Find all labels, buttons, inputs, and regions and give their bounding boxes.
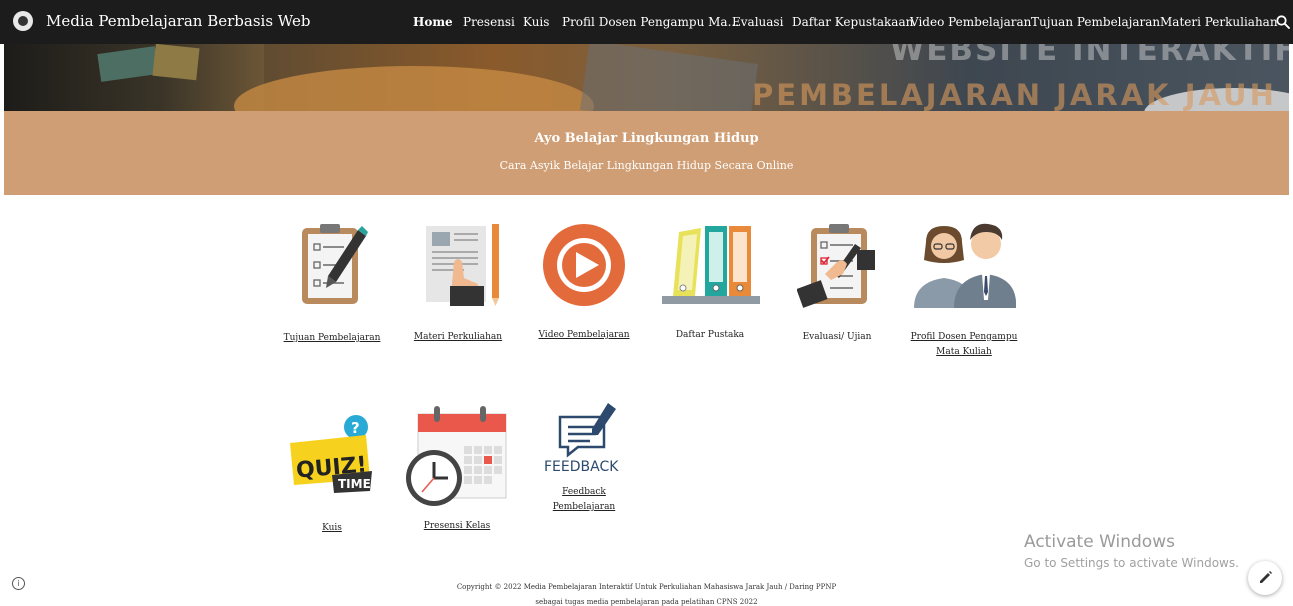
nav-item-daftar-kepustakaan[interactable]: Daftar Kepustakaan	[792, 15, 913, 29]
card-profil-dosen[interactable]: Profil Dosen Pengampu Mata Kuliah	[908, 220, 1020, 360]
hero-subtitle: Cara Asyik Belajar Lingkungan Hidup Seca…	[499, 159, 794, 172]
play-button-icon	[543, 224, 625, 306]
card-video-pembelajaran[interactable]: Video Pembelajaran	[535, 222, 633, 343]
nav-item-kuis[interactable]: Kuis	[523, 15, 549, 29]
people-icon	[914, 223, 1016, 308]
card-label[interactable]: Kuis	[283, 521, 381, 536]
card-label[interactable]: Evaluasi/ Ujian	[788, 330, 886, 345]
banner-desk	[234, 66, 594, 111]
banner-headline-line1: WEBSITE INTERAKTIF	[890, 44, 1289, 68]
card-materi-perkuliahan[interactable]: Materi Perkuliahan	[409, 216, 507, 345]
time-word: TIME	[338, 477, 371, 491]
nav-item-video-pembelajaran[interactable]: Video Pembelajaran	[910, 15, 1031, 29]
nav-item-tujuan-pembelajaran[interactable]: Tujuan Pembelajaran	[1031, 15, 1160, 29]
card-label[interactable]: Tujuan Pembelajaran	[283, 331, 381, 346]
card-label[interactable]: Daftar Pustaka	[656, 328, 764, 343]
card-presensi-kelas[interactable]: Presensi Kelas	[402, 406, 512, 534]
clipboard-check-icon	[797, 224, 875, 308]
card-daftar-pustaka[interactable]: Daftar Pustaka	[656, 218, 764, 343]
info-icon[interactable]: i	[12, 577, 25, 590]
card-label[interactable]: Materi Perkuliahan	[409, 330, 507, 345]
banner-paper	[579, 44, 759, 111]
card-tujuan-pembelajaran[interactable]: Tujuan Pembelajaran	[283, 222, 381, 346]
clipboard-pen-icon	[302, 224, 368, 304]
top-nav-bar: Media Pembelajaran Berbasis Web Home Pre…	[0, 0, 1293, 44]
card-label[interactable]: Presensi Kelas	[402, 519, 512, 534]
nav-item-presensi[interactable]: Presensi	[463, 15, 515, 29]
card-label[interactable]: Video Pembelajaran	[535, 328, 633, 343]
nav-item-home[interactable]: Home	[413, 15, 453, 29]
banner-headline-line2: PEMBELAJARAN JARAK JAUH	[752, 78, 1277, 111]
card-evaluasi-ujian[interactable]: Evaluasi/ Ujian	[788, 222, 886, 345]
header-banner-image: WEBSITE INTERAKTIF PEMBELAJARAN JARAK JA…	[4, 44, 1289, 111]
quiz-time-icon: ? QUIZ! TIME	[290, 415, 372, 493]
hero-title: Ayo Belajar Lingkungan Hidup	[534, 131, 759, 146]
footer-copyright: Copyright © 2022 Media Pembelajaran Inte…	[456, 583, 837, 591]
hero-section: Ayo Belajar Lingkungan Hidup Cara Asyik …	[4, 111, 1289, 195]
search-icon[interactable]	[1275, 14, 1291, 30]
activate-windows-subtitle: Go to Settings to activate Windows.	[1024, 556, 1239, 570]
card-label-line1[interactable]: Profil Dosen Pengampu	[908, 330, 1020, 345]
nav-item-evaluasi[interactable]: Evaluasi	[732, 15, 783, 29]
footer-note: sebagai tugas media pembelajaran pada pe…	[535, 598, 758, 606]
nav-item-profil-dosen[interactable]: Profil Dosen Pengampu Ma...	[562, 15, 739, 29]
activate-windows-title: Activate Windows	[1024, 532, 1175, 552]
feedback-icon-text: FEEDBACK	[544, 459, 619, 475]
pencil-icon	[1260, 571, 1272, 583]
card-feedback-pembelajaran[interactable]: FEEDBACK Feedback Pembelajaran	[535, 403, 633, 515]
card-kuis[interactable]: ? QUIZ! TIME Kuis	[283, 413, 381, 536]
edit-button[interactable]	[1248, 561, 1282, 595]
card-label-line2[interactable]: Mata Kuliah	[908, 345, 1020, 360]
banner-book	[152, 44, 200, 81]
card-label-line1[interactable]: Feedback	[535, 485, 633, 500]
nav-item-materi-perkuliahan[interactable]: Materi Perkuliahan	[1160, 15, 1278, 29]
site-logo-icon[interactable]	[13, 11, 33, 31]
card-label-line2[interactable]: Pembelajaran	[535, 500, 633, 515]
site-title[interactable]: Media Pembelajaran Berbasis Web	[46, 12, 310, 30]
calendar-clock-icon	[406, 406, 507, 506]
quiz-question-mark: ?	[351, 419, 360, 437]
document-pencil-icon	[426, 224, 499, 306]
feedback-icon: FEEDBACK	[544, 403, 619, 475]
binders-icon	[662, 226, 760, 304]
